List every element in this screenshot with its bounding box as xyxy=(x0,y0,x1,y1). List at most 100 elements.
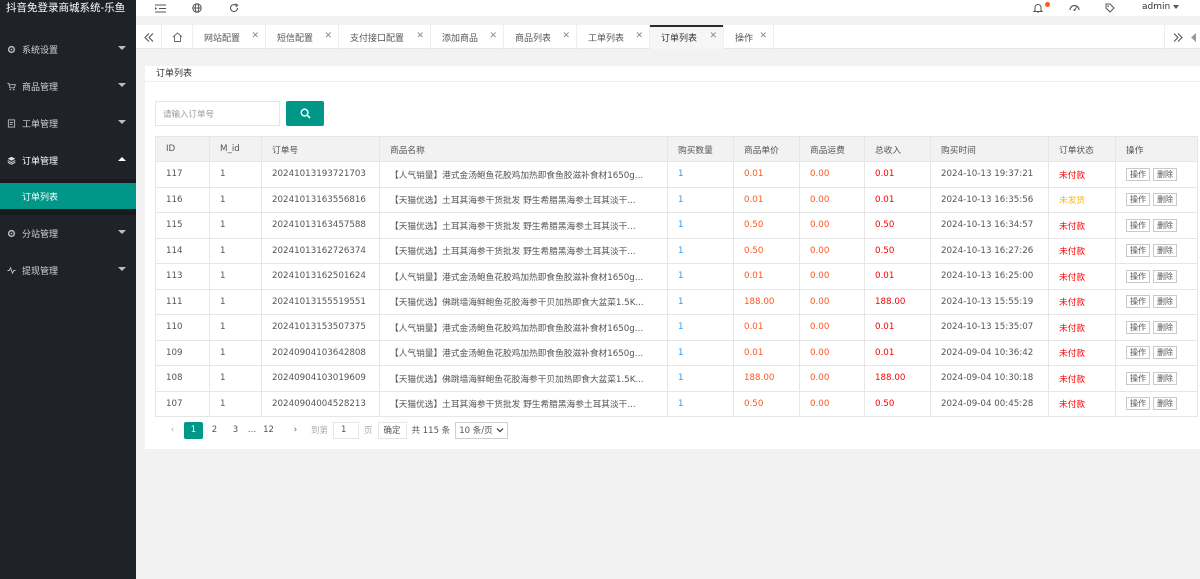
tab-ticket-list[interactable]: 工单列表 ✕ xyxy=(577,25,650,49)
close-icon[interactable]: ✕ xyxy=(759,31,767,41)
tab-sms-config[interactable]: 短信配置 ✕ xyxy=(266,25,339,49)
cell-actions: 操作 删除 xyxy=(1115,161,1198,188)
sidebar-item-withdraw-management[interactable]: 提现管理 xyxy=(0,252,136,289)
cell-shipping: 0.00 xyxy=(799,365,865,392)
cell-shipping: 0.00 xyxy=(799,212,865,239)
delete-button[interactable]: 删除 xyxy=(1153,269,1177,283)
cell-total: 0.01 xyxy=(864,186,931,213)
operate-button[interactable]: 操作 xyxy=(1126,295,1150,309)
close-icon[interactable]: ✕ xyxy=(251,31,259,41)
delete-button[interactable]: 删除 xyxy=(1153,167,1177,181)
table-row: 116 1 20241013163556816 【天猫优选】土耳其海参干货批发 野生希… xyxy=(155,186,1198,213)
prev-page-button[interactable]: ‹ xyxy=(163,422,182,439)
delete-button[interactable]: 删除 xyxy=(1153,295,1177,309)
operate-button[interactable]: 操作 xyxy=(1126,397,1150,411)
close-icon[interactable]: ✕ xyxy=(709,31,717,41)
cell-time: 2024-10-13 19:37:21 xyxy=(930,161,1049,188)
sidebar-item-product-management[interactable]: 商品管理 xyxy=(0,68,136,105)
cell-unit-price: 0.50 xyxy=(733,212,800,239)
cell-time: 2024-10-13 16:35:56 xyxy=(930,186,1049,213)
delete-button[interactable]: 删除 xyxy=(1153,218,1177,232)
tab-product-list[interactable]: 商品列表 ✕ xyxy=(504,25,577,49)
operate-button[interactable]: 操作 xyxy=(1126,371,1150,385)
cell-product-name: 【天猫优选】土耳其海参干货批发 野生希腊黑海参土耳其淡干... xyxy=(379,212,668,239)
page-size-value: 10 条/页 xyxy=(459,426,493,436)
page-1-button[interactable]: 1 xyxy=(184,421,203,439)
theme-icon[interactable] xyxy=(1068,2,1080,14)
cell-mid: 1 xyxy=(209,314,262,341)
sidebar-subitem-order-list[interactable]: 订单列表 xyxy=(0,183,136,209)
sidebar-item-label: 提现管理 xyxy=(22,267,59,277)
operate-button[interactable]: 操作 xyxy=(1126,218,1150,232)
cell-total: 188.00 xyxy=(864,365,931,392)
delete-button[interactable]: 删除 xyxy=(1153,193,1177,207)
sidebar-item-system-settings[interactable]: 系统设置 xyxy=(0,31,136,68)
tab-home[interactable] xyxy=(163,25,193,49)
cell-actions: 操作 删除 xyxy=(1115,365,1198,392)
goto-page-input[interactable]: 1 xyxy=(333,421,360,439)
site-icon xyxy=(6,229,16,239)
delete-button[interactable]: 删除 xyxy=(1153,320,1177,334)
table-row: 107 1 20240904004528213 【天猫优选】土耳其海参干货批发 野生希… xyxy=(155,390,1198,417)
close-icon[interactable]: ✕ xyxy=(489,31,497,41)
sidebar-item-label: 订单管理 xyxy=(22,157,59,167)
page-3-button[interactable]: 3 xyxy=(226,422,245,439)
cell-product-name: 【天猫优选】佛跳墙海鲜鲍鱼花胶海参干贝加热即食大盆菜1.5K... xyxy=(379,365,668,392)
tab-add-product[interactable]: 添加商品 ✕ xyxy=(431,25,504,49)
cell-total: 0.01 xyxy=(864,339,931,366)
operate-button[interactable]: 操作 xyxy=(1126,244,1150,258)
page-12-button[interactable]: 12 xyxy=(259,422,278,439)
close-icon[interactable]: ✕ xyxy=(562,31,570,41)
operate-button[interactable]: 操作 xyxy=(1126,269,1150,283)
sidebar-item-order-management[interactable]: 订单管理 xyxy=(0,142,136,179)
cell-unit-price: 0.50 xyxy=(733,390,800,417)
tabs-scroll-left-button[interactable] xyxy=(136,25,162,49)
refresh-icon[interactable] xyxy=(228,2,240,14)
cell-id: 117 xyxy=(155,161,210,188)
close-icon[interactable]: ✕ xyxy=(635,31,643,41)
tab-label: 工单列表 xyxy=(588,33,625,44)
user-menu[interactable]: admin xyxy=(1142,2,1180,12)
cell-id: 111 xyxy=(155,288,210,315)
chevron-down-icon xyxy=(118,46,126,50)
cell-actions: 操作 删除 xyxy=(1115,263,1198,290)
operate-button[interactable]: 操作 xyxy=(1126,167,1150,181)
tab-label: 短信配置 xyxy=(277,33,314,44)
goto-label: 到第 xyxy=(311,426,329,436)
page-2-button[interactable]: 2 xyxy=(205,422,224,439)
goto-confirm-button[interactable]: 确定 xyxy=(377,421,407,439)
operate-button[interactable]: 操作 xyxy=(1126,320,1150,334)
delete-button[interactable]: 删除 xyxy=(1153,371,1177,385)
tag-icon[interactable] xyxy=(1104,2,1116,14)
tab-site-config[interactable]: 网站配置 ✕ xyxy=(193,25,266,49)
close-icon[interactable]: ✕ xyxy=(324,31,332,41)
tab-payment-config[interactable]: 支付接口配置 ✕ xyxy=(339,25,431,49)
chevron-down-icon xyxy=(118,120,126,124)
order-number-search-input[interactable]: 请输入订单号 xyxy=(155,101,280,126)
operate-button[interactable]: 操作 xyxy=(1126,346,1150,360)
tab-order-list[interactable]: 订单列表 ✕ xyxy=(650,25,724,49)
cell-time: 2024-09-04 00:45:28 xyxy=(930,390,1049,417)
table-row: 109 1 20240904103642808 【人气销量】港式金汤鲍鱼花胶鸡加热即食… xyxy=(155,339,1198,366)
menu-collapse-icon[interactable] xyxy=(154,2,166,14)
delete-button[interactable]: 删除 xyxy=(1153,346,1177,360)
delete-button[interactable]: 删除 xyxy=(1153,244,1177,258)
tab-operation[interactable]: 操作 ✕ xyxy=(724,25,774,49)
bell-icon[interactable] xyxy=(1032,2,1044,14)
tabs-scroll-right-button[interactable] xyxy=(1164,25,1190,49)
page-size-select[interactable]: 10 条/页 xyxy=(455,421,508,439)
tabs-more-button[interactable] xyxy=(1188,25,1200,49)
cell-time: 2024-10-13 16:34:57 xyxy=(930,212,1049,239)
sidebar-item-site-management[interactable]: 分站管理 xyxy=(0,215,136,252)
cell-quantity: 1 xyxy=(667,263,734,290)
cell-actions: 操作 删除 xyxy=(1115,186,1198,213)
sidebar-item-ticket-management[interactable]: 工单管理 xyxy=(0,105,136,142)
delete-button[interactable]: 删除 xyxy=(1153,397,1177,411)
search-button[interactable] xyxy=(286,101,324,126)
globe-icon[interactable] xyxy=(191,2,203,14)
cell-shipping: 0.00 xyxy=(799,390,865,417)
cell-unit-price: 188.00 xyxy=(733,365,800,392)
operate-button[interactable]: 操作 xyxy=(1126,193,1150,207)
close-icon[interactable]: ✕ xyxy=(416,31,424,41)
next-page-button[interactable]: › xyxy=(286,422,305,439)
